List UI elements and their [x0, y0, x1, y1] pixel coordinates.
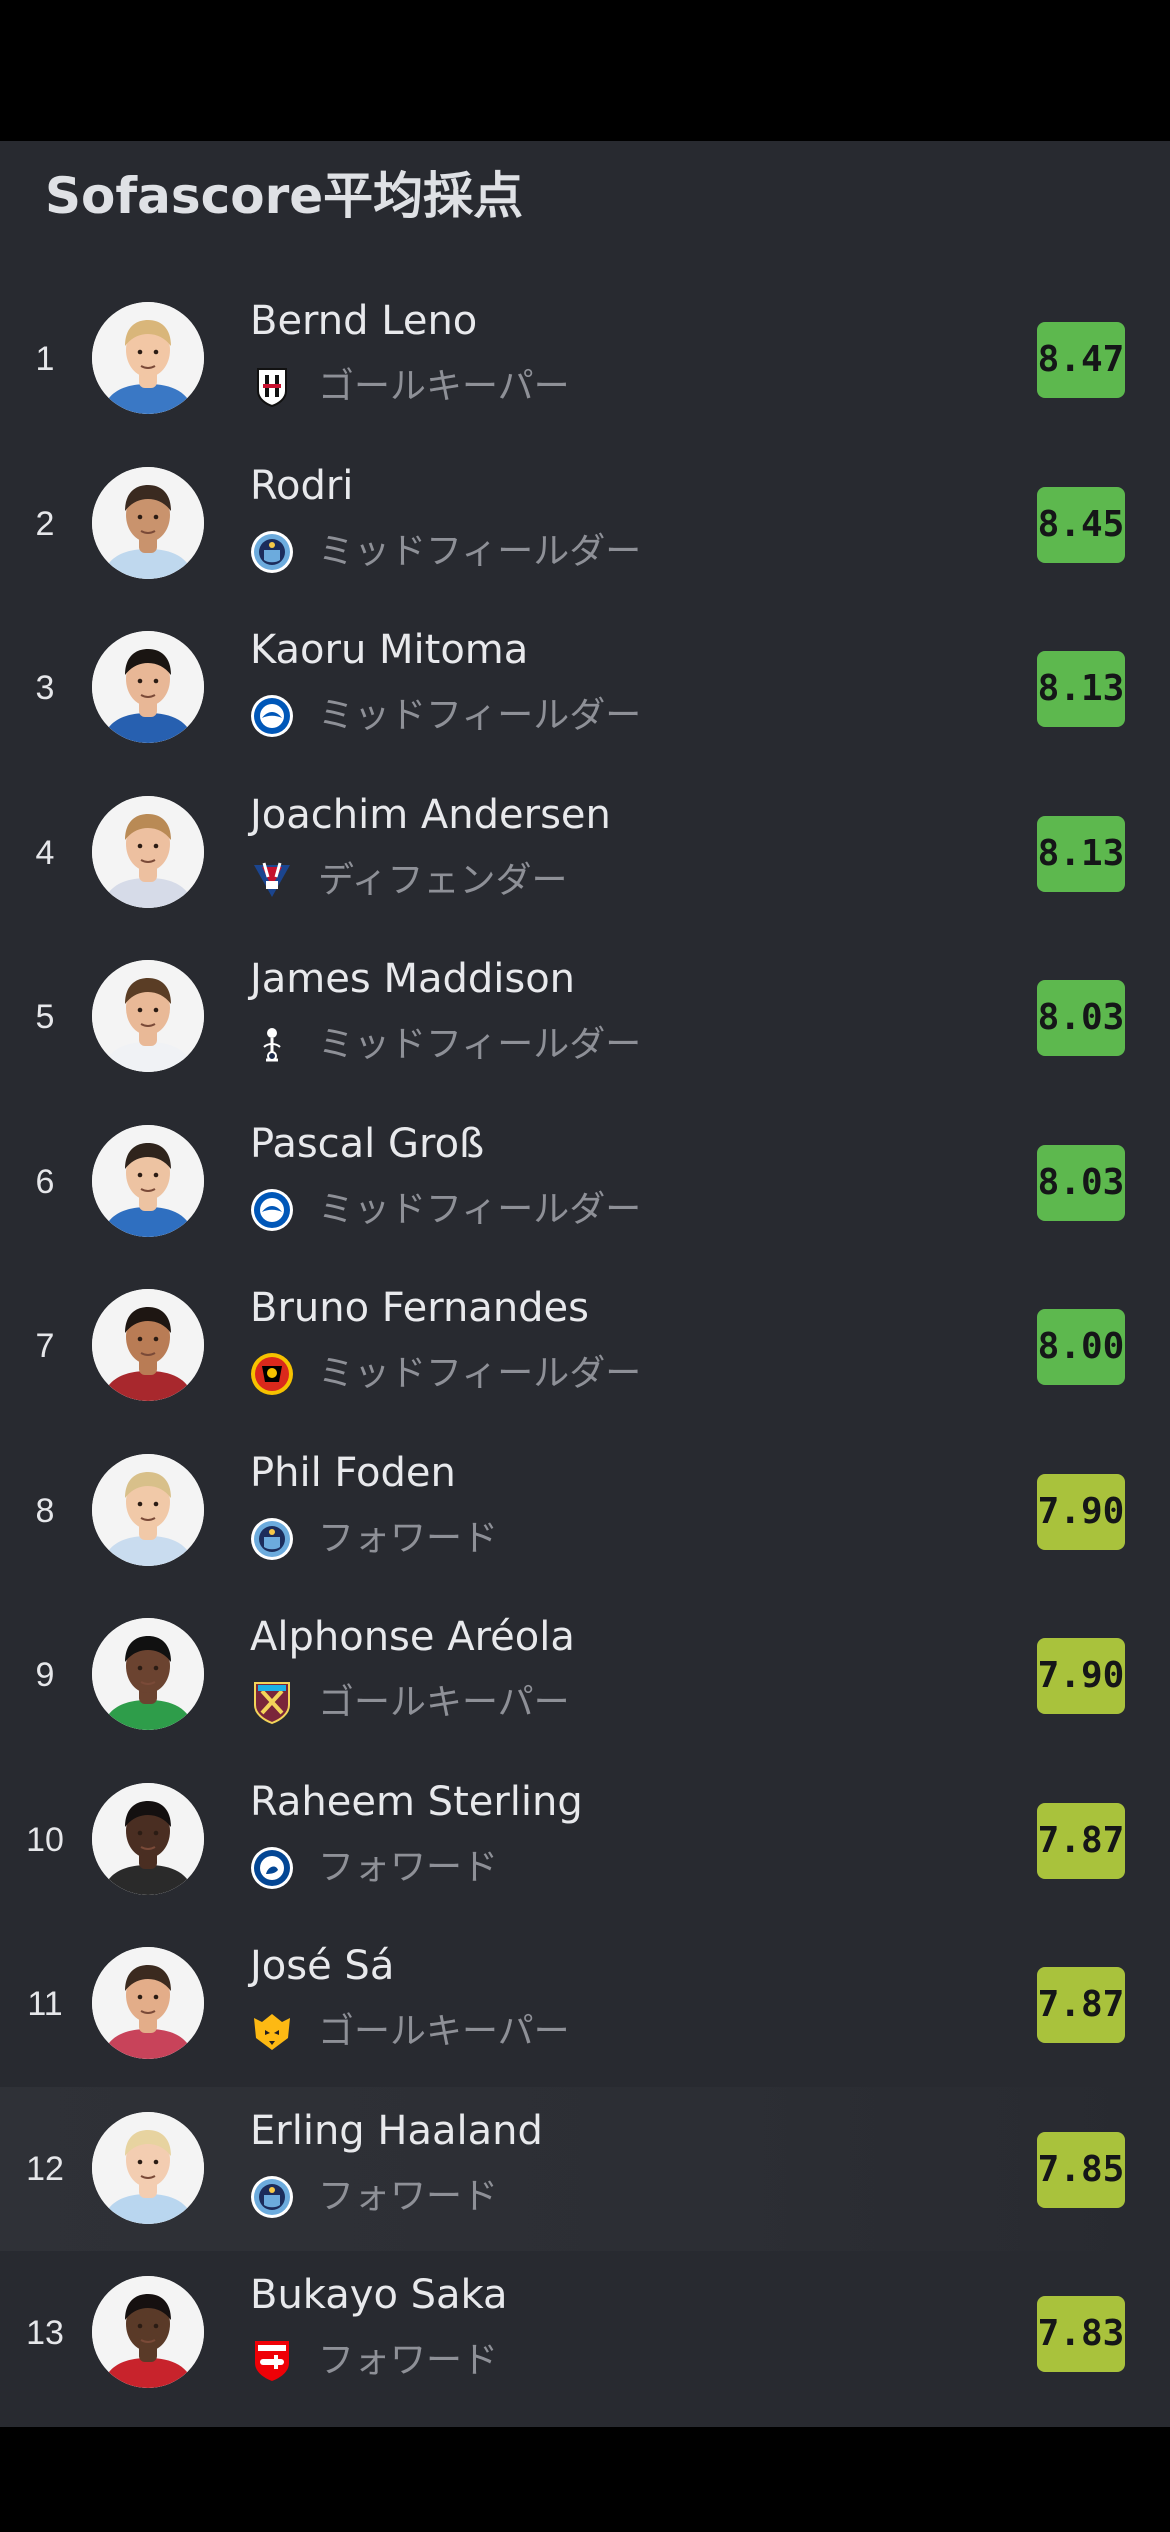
man-united-crest-icon — [250, 1352, 294, 1396]
player-row[interactable]: 13 Bukayo Saka フォワード 7.83 — [0, 2251, 1170, 2416]
player-row[interactable]: 9 Alphonse Aréola ゴールキーパー 7.90 — [0, 1593, 1170, 1758]
player-name[interactable]: Raheem Sterling — [250, 1774, 583, 1830]
player-position: フォワード — [318, 2175, 499, 2217]
player-name[interactable]: Erling Haaland — [250, 2103, 543, 2159]
player-row[interactable]: 4 Joachim Andersen ディフェンダー 8.13 — [0, 771, 1170, 936]
player-avatar[interactable] — [92, 631, 204, 743]
player-row[interactable]: 10 Raheem Sterling フォワード 7.87 — [0, 1758, 1170, 1923]
player-avatar[interactable] — [92, 466, 204, 579]
rating-badge: 8.47 — [1037, 322, 1125, 398]
player-avatar[interactable] — [92, 1124, 204, 1237]
rating-badge: 7.90 — [1037, 1638, 1125, 1714]
player-avatar[interactable] — [92, 795, 204, 908]
player-position: ゴールキーパー — [318, 1682, 570, 1723]
player-row[interactable]: 1 Bernd Leno ゴールキーパー 8.47 — [0, 277, 1170, 442]
player-position: ゴールキーパー — [318, 366, 570, 407]
rating-badge: 8.13 — [1037, 651, 1125, 727]
player-name[interactable]: Kaoru Mitoma — [250, 622, 528, 678]
rating-badge: 7.90 — [1037, 1473, 1125, 1550]
rating-badge: 7.87 — [1037, 1802, 1125, 1879]
west-ham-crest-icon — [250, 1681, 294, 1725]
player-avatar[interactable] — [92, 1947, 204, 2059]
brighton-crest-icon — [250, 694, 294, 738]
player-position: ミッドフィールダー — [318, 1188, 642, 1230]
player-position: フォワード — [318, 2340, 499, 2381]
player-name[interactable]: Bernd Leno — [250, 293, 477, 349]
player-rank: 13 — [26, 2314, 64, 2352]
tottenham-crest-icon — [250, 1023, 294, 1067]
chelsea-crest-icon — [250, 1846, 294, 1890]
player-name[interactable]: Pascal Groß — [250, 1116, 484, 1172]
crystal-palace-crest-icon — [250, 859, 294, 903]
player-rank: 9 — [35, 1656, 55, 1694]
player-position: ミッドフィールダー — [318, 1024, 642, 1065]
man-city-crest-icon — [250, 530, 294, 574]
player-position: ディフェンダー — [318, 859, 568, 901]
player-row[interactable]: 11 José Sá ゴールキーパー 7.87 — [0, 1922, 1170, 2087]
player-name[interactable]: Alphonse Aréola — [250, 1609, 575, 1665]
player-rank: 7 — [35, 1327, 55, 1365]
man-city-crest-icon — [250, 2175, 294, 2219]
player-list: 1 Bernd Leno ゴールキーパー 8.47 2 Rodri ミッドフィールダー 8.4… — [0, 277, 1170, 2416]
rating-badge: 8.03 — [1037, 980, 1125, 1056]
player-avatar[interactable] — [92, 1618, 204, 1730]
player-rank: 8 — [35, 1491, 55, 1530]
player-avatar[interactable] — [92, 302, 204, 414]
brighton-crest-icon — [250, 1188, 294, 1232]
player-rank: 2 — [35, 504, 55, 543]
rating-badge: 7.83 — [1037, 2296, 1125, 2372]
player-rank: 12 — [26, 2149, 64, 2188]
player-name[interactable]: Rodri — [250, 458, 353, 514]
player-avatar[interactable] — [92, 2276, 204, 2388]
player-avatar[interactable] — [92, 1782, 204, 1895]
ratings-panel: Sofascore平均採点 1 Bernd Leno ゴールキーパー 8.47 2 Rod… — [0, 141, 1170, 2427]
player-position: ミッドフィールダー — [318, 530, 642, 572]
player-rank: 1 — [35, 340, 55, 378]
player-avatar[interactable] — [92, 1453, 204, 1566]
player-position: フォワード — [318, 1846, 499, 1888]
player-rank: 10 — [26, 1820, 64, 1859]
player-rank: 11 — [27, 1985, 63, 2023]
player-rank: 6 — [35, 1162, 55, 1201]
player-name[interactable]: Joachim Andersen — [250, 787, 611, 843]
rating-badge: 8.45 — [1037, 486, 1125, 563]
player-row[interactable]: 2 Rodri ミッドフィールダー 8.45 — [0, 442, 1170, 607]
fulham-crest-icon — [250, 365, 294, 409]
player-rank: 3 — [35, 669, 55, 707]
player-name[interactable]: James Maddison — [250, 951, 575, 1007]
player-position: ミッドフィールダー — [318, 1353, 642, 1394]
player-position: ミッドフィールダー — [318, 695, 642, 736]
player-row[interactable]: 12 Erling Haaland フォワード 7.85 — [0, 2086, 1170, 2251]
rating-badge: 8.13 — [1037, 815, 1125, 892]
wolves-crest-icon — [250, 2010, 294, 2054]
player-name[interactable]: José Sá — [250, 1938, 394, 1994]
page-title: Sofascore平均採点 — [45, 167, 524, 225]
player-position: フォワード — [318, 1517, 499, 1559]
player-row[interactable]: 5 James Maddison ミッドフィールダー 8.03 — [0, 935, 1170, 1100]
arsenal-crest-icon — [250, 2339, 294, 2383]
player-row[interactable]: 8 Phil Foden フォワード 7.90 — [0, 1429, 1170, 1594]
player-rank: 4 — [35, 833, 55, 872]
player-avatar[interactable] — [92, 1289, 204, 1401]
rating-badge: 8.00 — [1037, 1309, 1125, 1385]
player-name[interactable]: Bukayo Saka — [250, 2267, 508, 2323]
player-avatar[interactable] — [92, 2111, 204, 2224]
player-avatar[interactable] — [92, 960, 204, 1072]
player-row[interactable]: 7 Bruno Fernandes ミッドフィールダー 8.00 — [0, 1264, 1170, 1429]
player-row[interactable]: 6 Pascal Groß ミッドフィールダー 8.03 — [0, 1100, 1170, 1265]
rating-badge: 7.87 — [1037, 1967, 1125, 2043]
player-row[interactable]: 3 Kaoru Mitoma ミッドフィールダー 8.13 — [0, 606, 1170, 771]
man-city-crest-icon — [250, 1517, 294, 1561]
player-name[interactable]: Bruno Fernandes — [250, 1280, 589, 1336]
rating-badge: 8.03 — [1037, 1144, 1125, 1221]
player-name[interactable]: Phil Foden — [250, 1445, 456, 1501]
player-rank: 5 — [35, 998, 55, 1036]
rating-badge: 7.85 — [1037, 2131, 1125, 2208]
player-position: ゴールキーパー — [318, 2011, 570, 2052]
